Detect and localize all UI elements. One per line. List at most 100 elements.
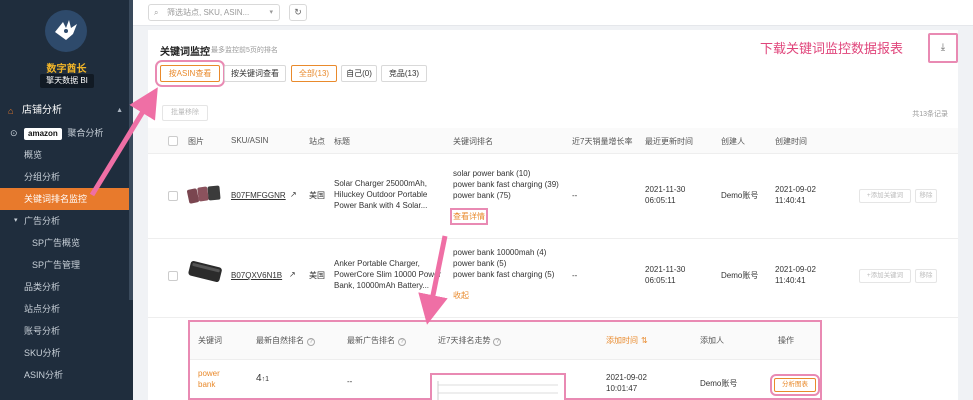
sidebar-item-label: 店铺分析: [22, 105, 62, 116]
refresh-button[interactable]: ↻: [289, 4, 307, 21]
sidebar-item-label: SP广告概览: [32, 238, 81, 248]
add-keyword-button[interactable]: +添加关键词: [859, 189, 911, 203]
analysis-chart-button[interactable]: 分析图表: [770, 374, 820, 396]
creator: Demo账号: [721, 271, 759, 280]
brand-name: 数字酋长: [46, 64, 87, 75]
keyword-line: bank: [198, 380, 216, 389]
sidebar-item-asin[interactable]: ASIN分析: [0, 364, 133, 386]
external-link-icon[interactable]: ↗: [289, 269, 296, 280]
product-title: Anker Portable Charger, PowerCore Slim 1…: [334, 258, 441, 291]
remove-button[interactable]: 移除: [915, 269, 937, 283]
growth-rate: --: [572, 271, 578, 280]
row-checkbox[interactable]: [168, 271, 178, 281]
site: 美国: [309, 271, 325, 280]
sidebar-item-label: 分组分析: [24, 172, 61, 182]
ad-rank: --: [347, 377, 353, 386]
top-bar: ⌕ 筛选站点, SKU, ASIN... ▾ ↻: [133, 0, 973, 26]
keyword-rank-item: power bank (75): [453, 191, 511, 200]
remove-button[interactable]: 移除: [915, 189, 937, 203]
sidebar-item-account[interactable]: 账号分析: [0, 320, 133, 342]
updated-clock: 06:05:11: [645, 196, 676, 205]
total-count: 共13条记录: [912, 111, 948, 118]
sidebar-item-keyword-monitor[interactable]: 关键词排名监控: [0, 188, 133, 210]
view-details-link[interactable]: 查看详情: [450, 208, 488, 225]
sidebar-item-sp-overview[interactable]: SP广告概览: [0, 232, 133, 254]
sidebar-item-site[interactable]: 站点分析: [0, 298, 133, 320]
sidebar-item-label: 关键词排名监控: [24, 194, 88, 204]
view-by-keyword-button[interactable]: 按关键词查看: [224, 65, 286, 82]
sidebar-item-category[interactable]: 品类分析: [0, 276, 133, 298]
col-keyword-rank: 关键词排名: [453, 137, 493, 146]
sidebar-item-sp-manage[interactable]: SP广告管理: [0, 254, 133, 276]
rank-trend-sparkline[interactable]: [430, 373, 566, 400]
sub-col-label: 添加时间: [606, 336, 638, 345]
table-row: B07FMFGGNR ↗ 美国 Solar Charger 25000mAh, …: [148, 155, 958, 239]
download-report-link[interactable]: 下载关键词监控数据报表: [760, 38, 903, 57]
sidebar-item-group-analysis[interactable]: 分组分析: [0, 166, 133, 188]
updated-time: 2021-11-30 06:05:11: [645, 184, 685, 206]
sidebar-item-aggregate[interactable]: ⊙ amazon 聚合分析: [0, 122, 133, 144]
created-time: 2021-09-02 11:40:41: [775, 264, 816, 286]
sub-col-added-time[interactable]: 添加时间 ⇅: [606, 335, 648, 346]
keyword-rank-item: power bank fast charging (5): [453, 270, 555, 279]
col-creator: 创建人: [721, 137, 745, 146]
sub-col-label: 近7天排名走势: [438, 336, 491, 345]
asin-link[interactable]: B07FMFGGNR: [231, 190, 286, 201]
chevron-up-icon: ▲: [116, 107, 123, 114]
batch-remove-button[interactable]: 批量移除: [162, 105, 208, 121]
filter-all-button[interactable]: 全部(13): [291, 65, 337, 82]
updated-date: 2021-11-30: [645, 265, 686, 274]
sidebar-scrollbar[interactable]: [129, 0, 133, 300]
row-checkbox[interactable]: [168, 191, 178, 201]
creator: Demo账号: [721, 191, 759, 200]
filter-placeholder: 筛选站点, SKU, ASIN...: [167, 8, 250, 17]
select-all-checkbox[interactable]: [168, 136, 178, 146]
sub-col-label: 最新广告排名: [347, 336, 395, 345]
sub-col-label: 最新自然排名: [256, 336, 304, 345]
main-card: 关键词监控 最多监控前5页的排名 下载关键词监控数据报表 ⤓ 按ASIN查看 按…: [148, 30, 958, 400]
title-line: Hiluckey Outdoor Portable: [334, 190, 428, 199]
sidebar-item-label: ASIN分析: [24, 370, 64, 380]
col-sku-asin: SKU/ASIN: [231, 136, 269, 145]
filter-input[interactable]: ⌕ 筛选站点, SKU, ASIN... ▾: [148, 4, 280, 21]
title-line: PowerCore Slim 10000 Power: [334, 270, 442, 279]
page-subtitle: 最多监控前5页的排名: [211, 47, 278, 54]
sidebar-item-label: 站点分析: [24, 304, 61, 314]
download-icon: ⤓: [940, 42, 946, 53]
keyword-rank-item: power bank 10000mah (4): [453, 248, 547, 257]
add-keyword-button[interactable]: +添加关键词: [859, 269, 911, 283]
logo: [45, 10, 87, 52]
created-clock: 11:40:41: [775, 196, 806, 205]
keyword-rank-item: solar power bank (10): [453, 169, 531, 178]
col-growth: 近7天销量增长率: [572, 137, 633, 146]
added-time: 2021-09-02 10:01:47: [606, 372, 647, 394]
updated-clock: 06:05:11: [645, 276, 676, 285]
help-icon[interactable]: ?: [307, 338, 315, 346]
col-title: 标题: [334, 137, 350, 146]
col-site: 站点: [309, 137, 325, 146]
sidebar-item-ad-analysis[interactable]: ▾ 广告分析: [0, 210, 133, 232]
help-icon[interactable]: ?: [398, 338, 406, 346]
external-link-icon[interactable]: ↗: [290, 189, 297, 200]
product-image: [187, 185, 221, 204]
view-by-asin-button[interactable]: 按ASIN查看: [155, 60, 225, 87]
refresh-icon: ↻: [294, 7, 302, 17]
growth-rate: --: [572, 191, 578, 200]
asin-link[interactable]: B07QXV6N1B: [231, 270, 282, 281]
filter-competitor-button[interactable]: 竞品(13): [381, 65, 427, 82]
sidebar-item-overview[interactable]: 概览: [0, 144, 133, 166]
updated-time: 2021-11-30 06:05:11: [645, 264, 685, 286]
organic-rank: 4↑1: [256, 373, 269, 385]
sidebar-item-sku[interactable]: SKU分析: [0, 342, 133, 364]
table-row: B07QXV6N1B ↗ 美国 Anker Portable Charger, …: [148, 240, 958, 318]
keyword-rank-item: power bank fast charging (39): [453, 180, 559, 189]
filter-mine-button[interactable]: 自己(0): [341, 65, 377, 82]
download-button[interactable]: ⤓: [928, 33, 958, 63]
help-icon[interactable]: ?: [493, 338, 502, 346]
search-icon: ⌕: [154, 8, 159, 17]
keyword-rank-list: power bank 10000mah (4) power bank (5) p…: [453, 247, 554, 280]
collapse-link[interactable]: 收起: [453, 290, 469, 301]
page-title: 关键词监控: [160, 47, 210, 58]
sidebar-item-store-analysis[interactable]: ⌂ 店铺分析 ▲: [0, 100, 133, 122]
keyword-rank-item: power bank (5): [453, 259, 507, 268]
